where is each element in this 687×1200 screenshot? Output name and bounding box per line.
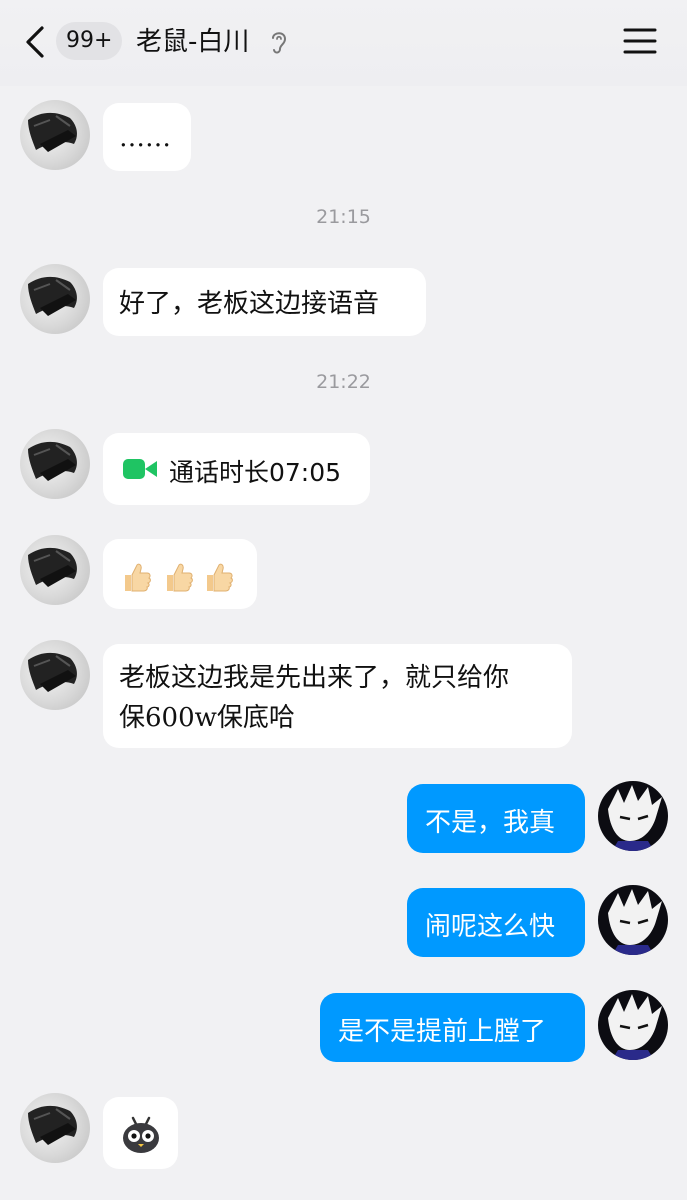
timestamp: 21:22 (316, 371, 371, 393)
video-call-icon (123, 459, 157, 479)
outgoing-message-bubble[interactable]: 闹呢这么快 (407, 888, 585, 957)
chat-title[interactable]: 老鼠-白川 (136, 22, 249, 62)
avatar-art-icon (608, 785, 662, 851)
message-text-line: 保600w保底哈 (119, 703, 295, 733)
avatar-art-icon (28, 276, 77, 316)
message-text: 闹呢这么快 (425, 912, 556, 942)
message-bubble[interactable]: …… (103, 103, 191, 171)
contact-avatar[interactable] (20, 535, 90, 605)
avatar-art-icon (608, 994, 662, 1060)
outgoing-message-bubble[interactable]: 不是，我真 (407, 784, 585, 853)
message-text: …… (119, 123, 171, 153)
emoji-bubble[interactable] (103, 539, 257, 609)
timestamp: 21:15 (316, 206, 371, 228)
message-text: 好了，老板这边接语音 (119, 289, 380, 319)
unread-badge[interactable]: 99+ (56, 22, 123, 60)
user-avatar[interactable] (598, 781, 668, 851)
menu-icon[interactable] (622, 26, 658, 56)
avatar-art-icon (28, 441, 77, 481)
avatar-art-icon (608, 889, 662, 955)
user-avatar[interactable] (598, 990, 668, 1060)
contact-avatar[interactable] (20, 264, 90, 334)
avatar-art-icon (28, 112, 77, 152)
contact-avatar[interactable] (20, 1093, 90, 1163)
avatar-art-icon (28, 547, 77, 587)
contact-avatar[interactable] (20, 640, 90, 710)
message-text: 是不是提前上膛了 (338, 1017, 547, 1047)
message-text: 不是，我真 (425, 808, 556, 838)
ear-icon[interactable] (268, 28, 290, 56)
message-bubble[interactable]: 好了，老板这边接语音 (103, 268, 426, 336)
bird-sticker-icon (123, 1116, 159, 1153)
outgoing-message-bubble[interactable]: 是不是提前上膛了 (320, 993, 585, 1062)
message-text-line: 老板这边我是先出来了，就只给你 (119, 663, 510, 693)
avatar-art-icon (28, 1105, 77, 1145)
thumbs-up-icon (125, 563, 151, 592)
thumbs-up-icon (167, 563, 193, 592)
contact-avatar[interactable] (20, 429, 90, 499)
chat-header: 99+ 老鼠-白川 (0, 0, 687, 86)
sticker-bubble[interactable] (103, 1097, 178, 1169)
message-bubble[interactable]: 老板这边我是先出来了，就只给你 保600w保底哈 (103, 644, 572, 748)
thumbs-up-icon (207, 563, 233, 592)
user-avatar[interactable] (598, 885, 668, 955)
avatar-art-icon (28, 652, 77, 692)
call-duration-text: 通话时长07:05 (169, 458, 342, 487)
contact-avatar[interactable] (20, 100, 90, 170)
chevron-left-icon[interactable] (22, 24, 50, 60)
call-record-bubble[interactable]: 通话时长07:05 (103, 433, 370, 505)
